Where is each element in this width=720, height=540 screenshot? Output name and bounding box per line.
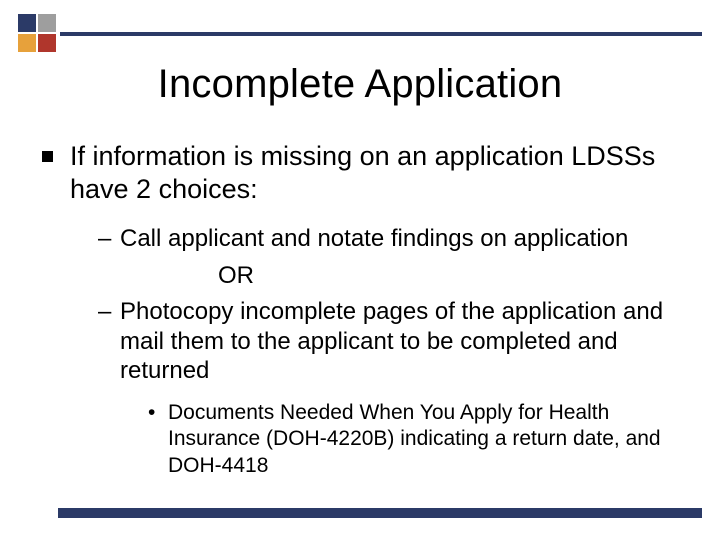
- bullet-level-3-group: Documents Needed When You Apply for Heal…: [98, 400, 678, 479]
- or-separator: OR: [98, 260, 678, 291]
- logo-square-amber: [18, 34, 36, 52]
- logo-square-gray: [38, 14, 56, 32]
- slide: Incomplete Application If information is…: [0, 0, 720, 540]
- logo-square-red: [38, 34, 56, 52]
- bullet-option-2: Photocopy incomplete pages of the applic…: [98, 297, 678, 386]
- top-divider: [60, 32, 702, 36]
- bottom-divider: [58, 508, 702, 518]
- bullet-detail: Documents Needed When You Apply for Heal…: [148, 400, 678, 479]
- logo-four-squares: [18, 14, 58, 54]
- bullet-level-2-group: Call applicant and notate findings on ap…: [70, 224, 678, 479]
- logo-square-navy: [18, 14, 36, 32]
- bullet-main-text: If information is missing on an applicat…: [70, 141, 655, 204]
- slide-title: Incomplete Application: [0, 62, 720, 107]
- bullet-level-1: If information is missing on an applicat…: [42, 140, 678, 479]
- bullet-option-1: Call applicant and notate findings on ap…: [98, 224, 678, 254]
- content-block: If information is missing on an applicat…: [42, 140, 678, 479]
